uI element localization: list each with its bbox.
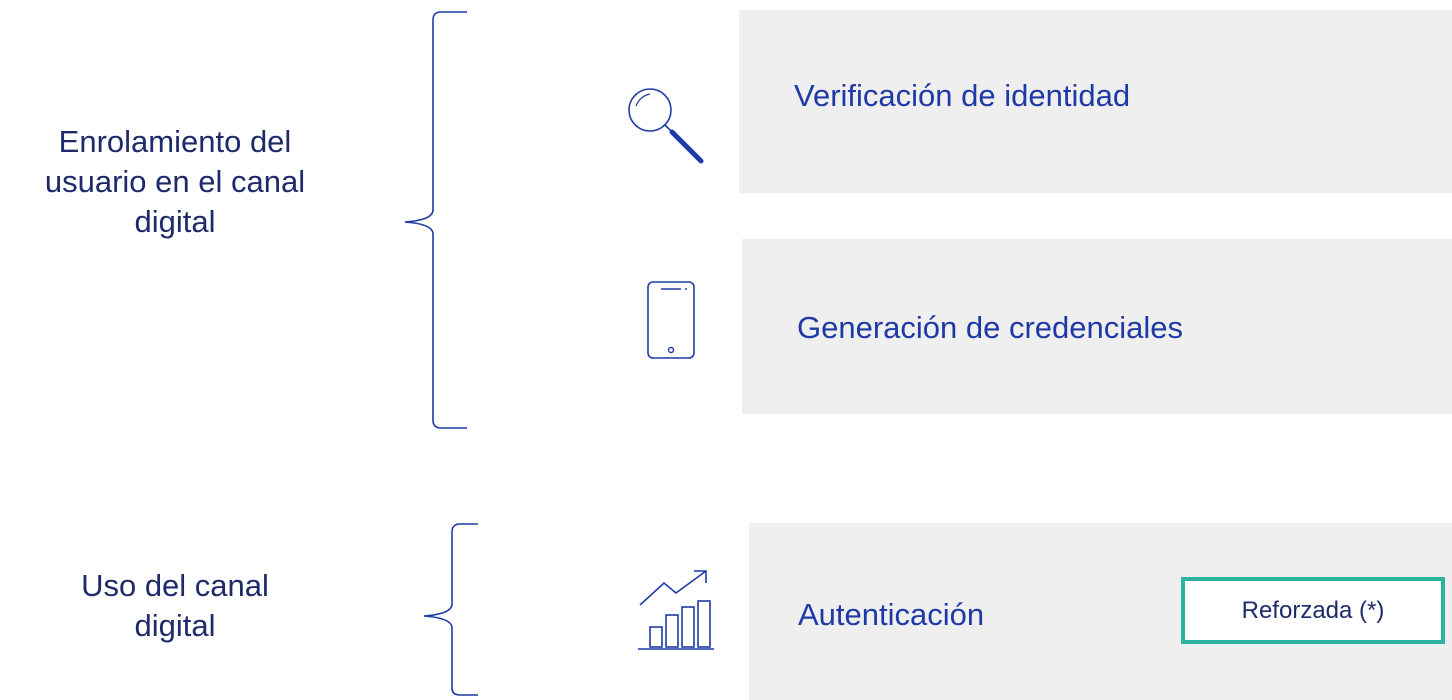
group-label-line: Enrolamiento del bbox=[58, 124, 292, 159]
group-label-enrolment: Enrolamiento del usuario en el canal dig… bbox=[20, 122, 330, 242]
group-label-usage: Uso del canal digital bbox=[30, 566, 320, 646]
reinforced-badge: Reforzada (*) bbox=[1181, 577, 1445, 644]
magnifier-icon bbox=[628, 88, 704, 164]
brace-enrolment bbox=[404, 11, 467, 429]
step-label: Generación de credenciales bbox=[797, 310, 1184, 345]
group-label-line: digital bbox=[134, 608, 216, 643]
step-label: Autenticación bbox=[798, 597, 985, 632]
group-label-line: usuario en el canal bbox=[44, 164, 306, 199]
group-label-line: digital bbox=[134, 204, 216, 239]
brace-usage bbox=[423, 523, 478, 696]
group-label-line: Uso del canal bbox=[81, 568, 269, 603]
badge-label: Reforzada (*) bbox=[1241, 596, 1385, 624]
smartphone-icon bbox=[647, 281, 695, 359]
step-label: Verificación de identidad bbox=[794, 78, 1131, 113]
growth-chart-icon bbox=[638, 570, 714, 650]
step-panel-credentials: Generación de credenciales bbox=[742, 239, 1452, 414]
step-panel-identity: Verificación de identidad bbox=[739, 10, 1452, 193]
